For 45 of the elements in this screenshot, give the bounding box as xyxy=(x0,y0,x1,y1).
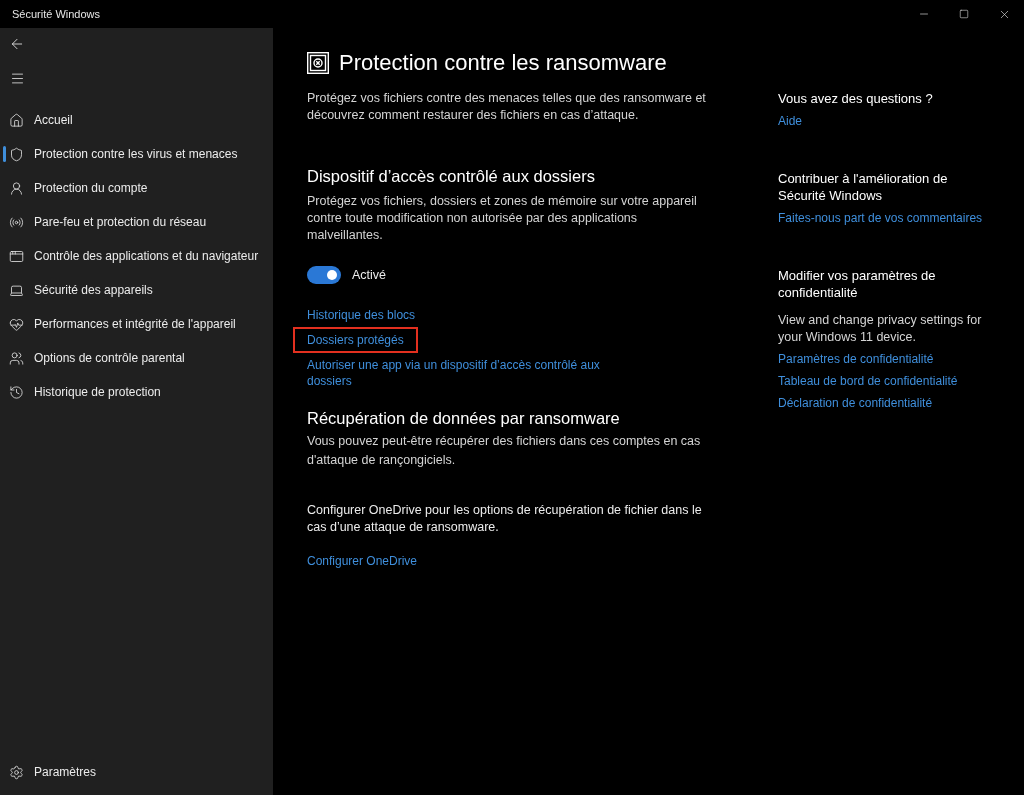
toggle-label: Activé xyxy=(352,266,387,284)
aside-heading: Modifier vos paramètres de confidentialité xyxy=(778,267,937,301)
section-note: Configurer OneDrive pour les options de récupération de fichier dans le cas d’une attaque de ransomware. xyxy=(307,502,703,536)
link[interactable]: Faites-nous part de vos commentaires xyxy=(778,210,983,227)
sidebar-item[interactable]: Pare-feu et protection du réseau xyxy=(3,205,211,239)
section-description: Protégez vos fichiers, dossiers et zones de mémoire sur votre appareil contre toute modification non autorisée par des applications malveillantes. xyxy=(307,193,698,244)
link[interactable]: Historique des blocs xyxy=(307,307,416,323)
sidebar-item[interactable]: Historique de protection xyxy=(3,375,165,409)
settings-icon xyxy=(9,764,24,780)
aside-description: View and change privacy settings for your Windows 11 device. xyxy=(778,312,983,346)
aside-heading: Vous avez des questions ? xyxy=(778,90,933,107)
heart-pulse-icon xyxy=(9,316,24,332)
link[interactable]: Paramètres de confidentialité xyxy=(778,351,934,368)
app-window-icon xyxy=(9,248,24,264)
sidebar-item[interactable]: Performances et intégrité de l'appareil xyxy=(3,307,240,341)
sidebar-item[interactable]: Protection du compte xyxy=(3,171,152,205)
shield-icon xyxy=(9,146,24,162)
link[interactable]: Tableau de bord de confidentialité xyxy=(778,373,958,390)
sidebar-item[interactable]: Protection contre les virus et menaces xyxy=(3,137,242,171)
page-description: Protégez vos fichiers contre des menaces telles que des ransomware et découvrez comment restaurer des fichiers en cas d’attaque. xyxy=(307,90,707,124)
safe-icon xyxy=(307,52,329,74)
laptop-icon xyxy=(9,282,24,298)
section-description: Vous pouvez peut-être récupérer des fichiers dans ces comptes en cas d'attaque de rançongiciels. xyxy=(307,433,702,469)
window-title: Sécurité Windows xyxy=(11,6,101,22)
sidebar-item[interactable]: Accueil xyxy=(3,103,77,137)
link[interactable]: Autoriser une app via un dispositif d’accès contrôlé aux dossiers xyxy=(307,357,647,389)
sidebar-item[interactable]: Contrôle des applications et du navigateur xyxy=(3,239,263,273)
section-heading: Dispositif d’accès contrôlé aux dossiers xyxy=(307,166,595,187)
link[interactable]: Configurer OneDrive xyxy=(307,553,418,569)
toggle-switch[interactable] xyxy=(307,266,341,284)
page-title: Protection contre les ransomware xyxy=(339,49,667,77)
link[interactable]: Déclaration de confidentialité xyxy=(778,395,933,412)
section-heading: Récupération de données par ransomware xyxy=(307,408,620,429)
sidebar-item[interactable]: Options de contrôle parental xyxy=(3,341,189,375)
home-icon xyxy=(9,112,24,128)
history-icon xyxy=(9,384,24,400)
link[interactable]: Aide xyxy=(778,113,803,130)
maximize-icon xyxy=(959,9,969,19)
sidebar-item[interactable]: Sécurité des appareils xyxy=(3,273,157,307)
aside-heading: Contribuer à l'amélioration de Sécurité Windows xyxy=(778,170,949,204)
menu-icon xyxy=(9,70,25,86)
person-icon xyxy=(9,180,24,196)
link[interactable]: Dossiers protégés xyxy=(307,332,404,348)
sidebar-item[interactable]: Paramètres xyxy=(3,755,101,789)
people-icon xyxy=(9,350,24,366)
